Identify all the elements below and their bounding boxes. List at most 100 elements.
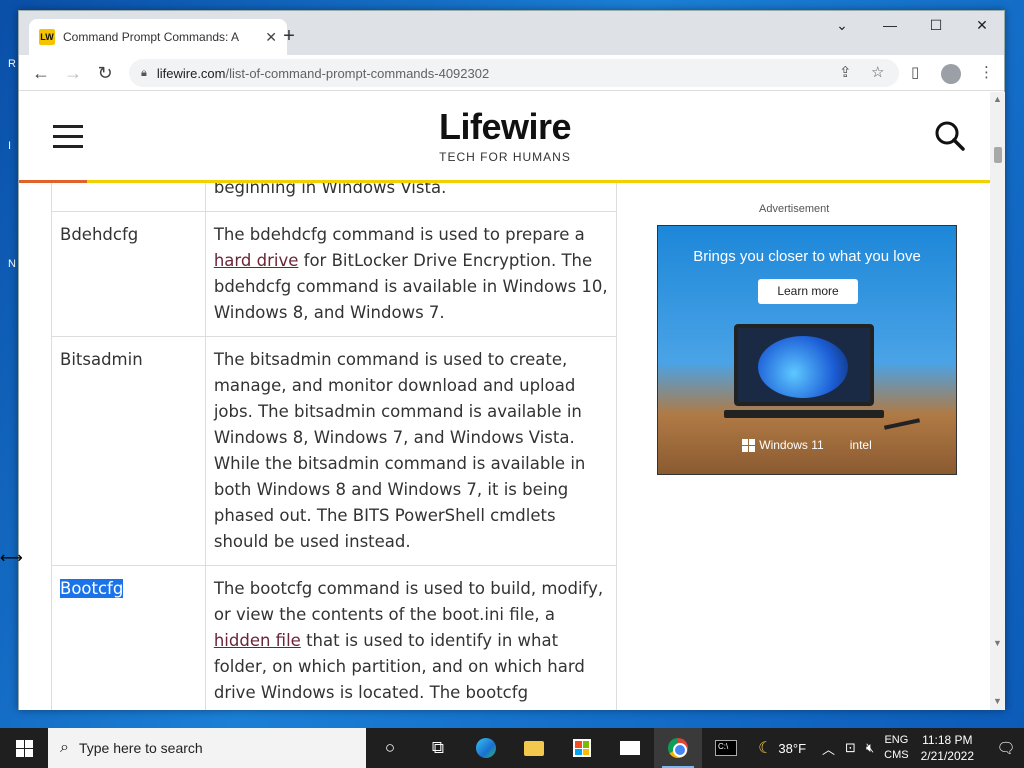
taskbar-search-box[interactable]: ⌕ Type here to search [48, 728, 366, 768]
laptop-image [734, 324, 874, 406]
site-header: Lifewire TECH FOR HUMANS [19, 92, 990, 182]
system-tray: ☾ 38°F ︿ ⊡ 🔇︎ ENG CMS 11:18 PM 2/21/2022… [758, 728, 1024, 768]
profile-avatar[interactable] [941, 64, 961, 84]
share-icon[interactable]: ⇪ [839, 63, 852, 81]
chrome-taskbar-button[interactable] [654, 728, 702, 768]
table-row: Bootcfg The bootcfg command is used to b… [51, 565, 618, 710]
start-button[interactable] [0, 728, 48, 768]
search-icon[interactable] [934, 120, 966, 152]
hamburger-menu-icon[interactable] [53, 125, 83, 149]
vertical-scrollbar[interactable]: ▲ ▼ ▼ [990, 92, 1005, 710]
site-logo[interactable]: Lifewire TECH FOR HUMANS [419, 106, 591, 165]
scrollbar-thumb[interactable] [994, 147, 1002, 163]
maximize-button[interactable]: ☐ [913, 17, 959, 34]
mail-icon [620, 741, 640, 755]
laptop-base [724, 410, 884, 418]
close-window-button[interactable]: ✕ [959, 17, 1005, 34]
ad-headline: Brings you closer to what you love [693, 248, 921, 265]
logo-tagline: TECH FOR HUMANS [439, 150, 571, 164]
desc-text: The bdehdcfg command is used to prepare … [213, 225, 585, 244]
search-icon: ⌕ [60, 739, 69, 756]
command-name: Bitsadmin [51, 336, 206, 566]
notifications-icon[interactable]: 🗨︎ [988, 739, 1024, 757]
command-name-selected: Bootcfg [60, 579, 124, 598]
input-language-indicator[interactable]: ENG CMS [884, 733, 908, 763]
desktop-text-fragment: I [8, 140, 12, 152]
command-prompt-icon: C:\ [715, 740, 737, 756]
close-tab-icon[interactable]: ✕ [265, 29, 277, 46]
desktop-text-fragment: R [8, 58, 16, 70]
chrome-icon [668, 738, 688, 758]
command-description: The bitsadmin command is used to create,… [204, 336, 618, 566]
intel-brand: intel [849, 438, 872, 452]
stylus-pen-image [883, 418, 921, 430]
tab-search-icon[interactable]: ⌄ [819, 17, 865, 34]
back-button[interactable]: ← [29, 61, 53, 85]
hard-drive-link[interactable]: hard drive [214, 251, 299, 270]
url-host: lifewire.com [156, 65, 226, 81]
logo-wordmark: Lifewire [438, 106, 572, 147]
windows-logo-icon [742, 439, 756, 453]
show-hidden-icons-chevron-icon[interactable]: ︿ [822, 739, 835, 758]
cortana-button[interactable]: ○ [366, 728, 414, 768]
search-placeholder: Type here to search [78, 740, 203, 756]
moon-weather-icon: ☾ [758, 740, 773, 757]
tab-title: Command Prompt Commands: A [63, 30, 240, 44]
resize-cursor-icon: ⟷ [0, 550, 23, 567]
lang-top: ENG [884, 734, 909, 746]
hidden-file-link[interactable]: hidden file [214, 631, 301, 650]
browser-toolbar: ← → ↻ 🔒︎ lifewire.com /list-of-command-p… [19, 55, 1004, 91]
ad-brand-row: Windows 11 intel [658, 438, 956, 453]
page-viewport: Lifewire TECH FOR HUMANS beginning in Wi… [19, 92, 990, 710]
windows-start-icon [15, 739, 33, 757]
windows-brand: Windows 11 [742, 438, 824, 453]
menu-kebab-icon[interactable]: ⋮ [979, 63, 994, 81]
table-row: Bdehdcfg The bdehdcfg command is used to… [51, 211, 618, 337]
lang-bottom: CMS [884, 749, 909, 761]
tab-strip: LW Command Prompt Commands: A ✕ + ⌄ — ☐ … [19, 11, 1004, 55]
scroll-down-arrow-icon[interactable]: ▼ [993, 638, 1002, 648]
task-view-button[interactable]: ⧉ [414, 728, 462, 768]
weather-temp: 38°F [778, 740, 807, 756]
clock[interactable]: 11:18 PM 2/21/2022 [921, 732, 974, 764]
volume-muted-icon[interactable]: 🔇︎ [866, 740, 874, 756]
command-description: The bdehdcfg command is used to prepare … [204, 211, 618, 337]
forward-button[interactable]: → [61, 61, 85, 85]
lock-icon[interactable]: 🔒︎ [141, 67, 147, 80]
side-panel-icon[interactable]: ▯ [911, 63, 919, 81]
store-icon [573, 739, 591, 757]
edge-taskbar-button[interactable] [462, 728, 510, 768]
clock-time: 11:18 PM [922, 733, 973, 747]
tab-active[interactable]: LW Command Prompt Commands: A ✕ [29, 19, 287, 55]
reading-progress-bar [19, 180, 990, 183]
network-icon[interactable]: ⊡ [845, 740, 856, 756]
task-view-icon: ⧉ [431, 738, 445, 757]
file-explorer-taskbar-button[interactable] [510, 728, 558, 768]
commands-table: beginning in Windows Vista. Bdehdcfg The… [51, 164, 618, 710]
windows-brand-text: Windows 11 [759, 438, 824, 452]
command-description: The bootcfg command is used to build, mo… [204, 565, 618, 710]
minimize-button[interactable]: — [867, 17, 913, 33]
desktop-text-fragment: N [8, 258, 16, 270]
clock-date: 2/21/2022 [920, 749, 974, 763]
mail-taskbar-button[interactable] [606, 728, 654, 768]
cmd-taskbar-button[interactable]: C:\ [702, 728, 750, 768]
ad-learn-more-button[interactable]: Learn more [758, 279, 858, 304]
store-taskbar-button[interactable] [558, 728, 606, 768]
folder-icon [524, 740, 544, 756]
cortana-circle-icon: ○ [384, 738, 396, 757]
advertisement-banner[interactable]: Brings you closer to what you love Learn… [657, 225, 957, 475]
command-name: Bdehdcfg [51, 211, 206, 337]
new-tab-button[interactable]: + [277, 25, 301, 48]
scroll-down-arrow-icon[interactable]: ▼ [993, 696, 1002, 706]
table-row: Bitsadmin The bitsadmin command is used … [51, 336, 618, 566]
command-name-cell: Bootcfg [51, 565, 206, 710]
reading-progress-fill [19, 180, 87, 183]
reload-button[interactable]: ↻ [93, 61, 117, 85]
address-bar[interactable]: 🔒︎ lifewire.com /list-of-command-prompt-… [129, 59, 899, 87]
scroll-up-arrow-icon[interactable]: ▲ [993, 94, 1002, 104]
url-path: /list-of-command-prompt-commands-4092302 [225, 65, 490, 81]
bookmark-star-icon[interactable]: ☆ [871, 63, 884, 81]
edge-icon [476, 738, 496, 758]
weather-widget[interactable]: ☾ 38°F [758, 738, 806, 758]
